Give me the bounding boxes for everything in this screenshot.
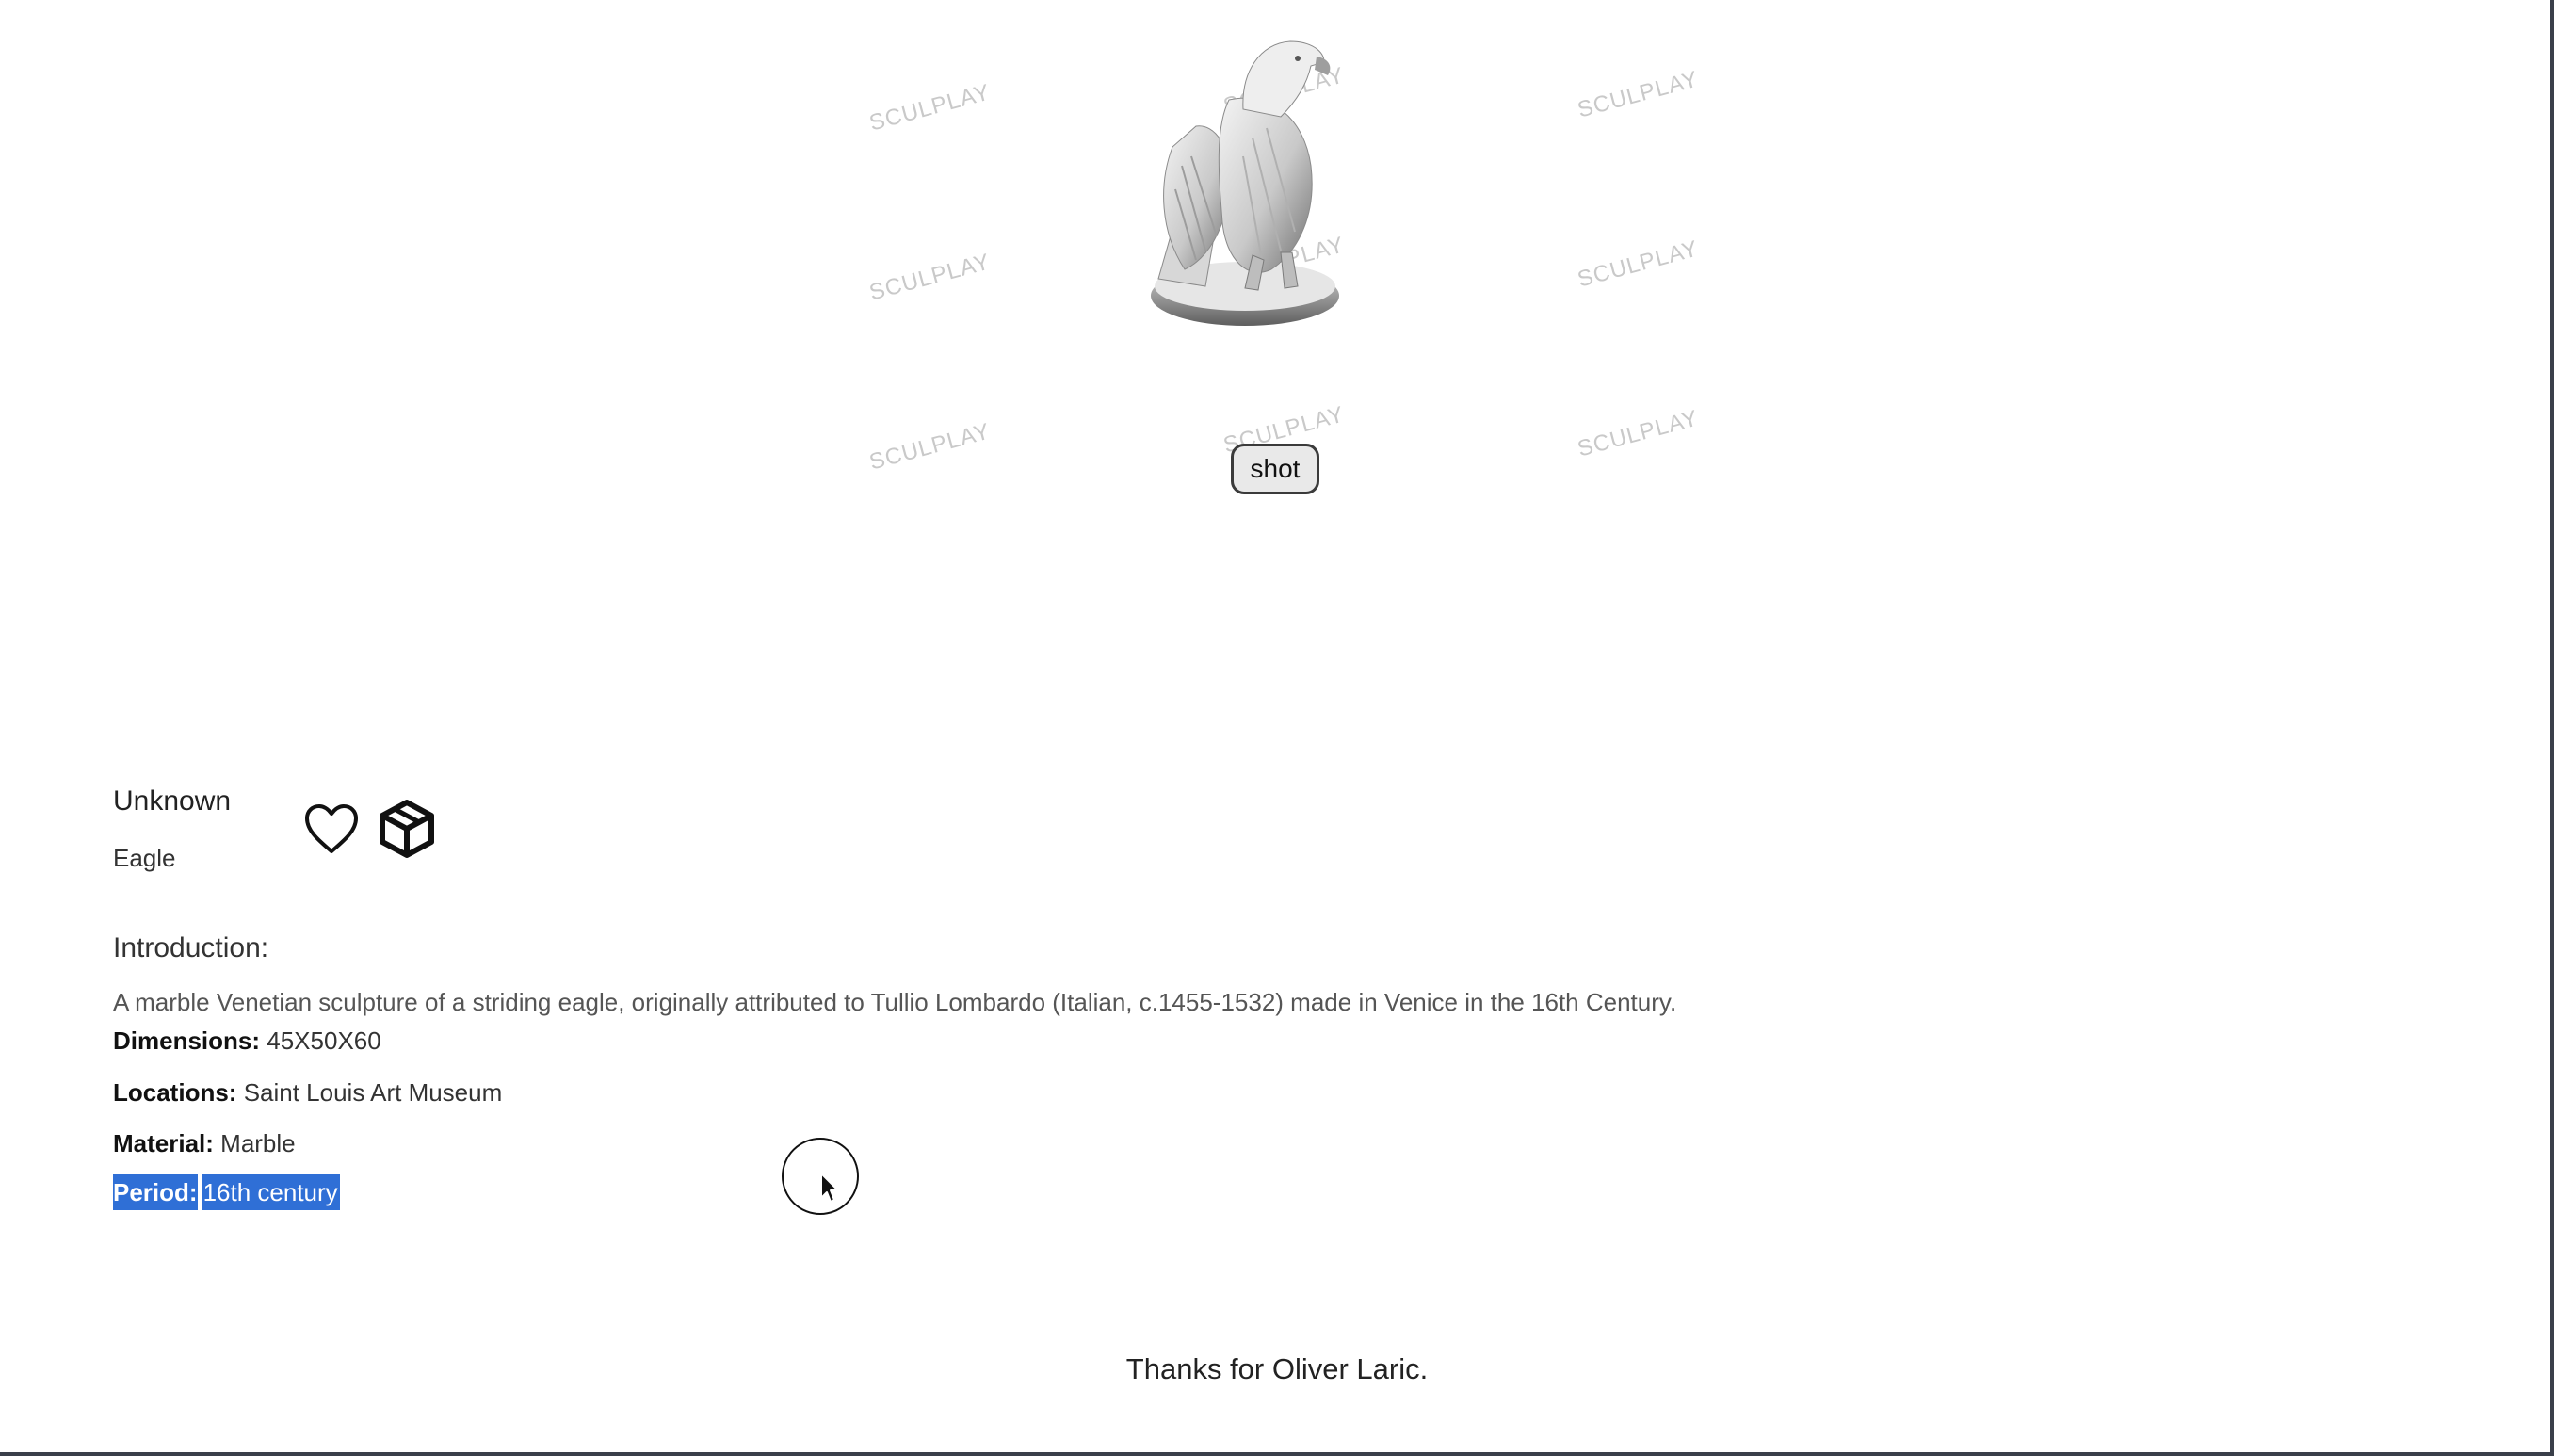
view-3d-model-button[interactable] <box>377 797 437 861</box>
period-row: Period: 16th century <box>113 1174 340 1210</box>
artist-name: Unknown <box>113 785 232 817</box>
dimensions-label: Dimensions: <box>113 1027 261 1055</box>
locations-row: Locations: Saint Louis Art Museum <box>113 1078 502 1108</box>
watermark: SCULPLAY <box>866 418 994 476</box>
locations-label: Locations: <box>113 1078 237 1107</box>
material-value: Marble <box>220 1129 296 1157</box>
introduction-text: A marble Venetian sculpture of a stridin… <box>113 988 1677 1016</box>
watermark: SCULPLAY <box>1575 405 1702 462</box>
period-label: Period: <box>113 1174 198 1210</box>
heart-icon <box>305 804 358 853</box>
mouse-pointer-icon <box>820 1173 839 1203</box>
page: SCULPLAY SCULPLAY SCULPLAY SCULPLAY SCUL… <box>0 0 2554 1456</box>
cube-icon <box>380 800 434 858</box>
favorite-button[interactable] <box>301 799 362 859</box>
watermark: SCULPLAY <box>866 79 994 137</box>
footer-thanks: Thanks for Oliver Laric. <box>1125 1352 1429 1385</box>
model-viewer[interactable]: SCULPLAY SCULPLAY SCULPLAY SCULPLAY SCUL… <box>0 0 2554 527</box>
dimensions-row: Dimensions: 45X50X60 <box>113 1027 381 1056</box>
eagle-sculpture-render[interactable] <box>1140 34 1356 345</box>
material-label: Material: <box>113 1129 214 1157</box>
period-value: 16th century <box>201 1174 340 1210</box>
watermark: SCULPLAY <box>1575 235 1702 293</box>
watermark: SCULPLAY <box>866 249 994 306</box>
sculpture-title: Eagle <box>113 844 176 872</box>
introduction-heading: Introduction: <box>113 932 269 963</box>
shot-button[interactable]: shot <box>1231 444 1319 494</box>
material-row: Material: Marble <box>113 1129 296 1158</box>
watermark: SCULPLAY <box>1575 66 1702 123</box>
locations-value: Saint Louis Art Museum <box>243 1078 503 1107</box>
dimensions-value: 45X50X60 <box>267 1027 381 1055</box>
